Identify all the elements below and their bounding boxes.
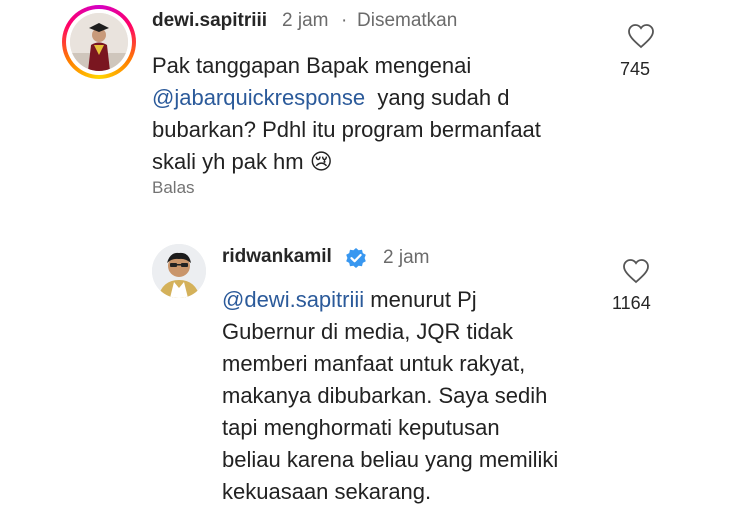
comment-text-fragment: menurut Pj [370, 287, 477, 312]
comment-text-line: @jabarquickresponse yang sudah d [152, 82, 509, 114]
comment-time: 2 jam [383, 247, 430, 268]
like-count: 745 [620, 59, 651, 79]
comment-text-line: beliau karena beliau yang memiliki [222, 447, 559, 472]
comment-time: 2 jam [282, 10, 329, 31]
comment-text-line: Pak tanggapan Bapak mengenai [152, 53, 472, 78]
avatar-ridwankamil[interactable] [152, 244, 206, 298]
comment-text-line: Gubernur di media, JQR tidak [222, 319, 514, 344]
comment-text-line: memberi manfaat untuk rakyat, [222, 351, 526, 376]
comment-text-line: bubarkan? Pdhl itu program bermanfaat [152, 117, 541, 142]
crying-face-emoji: 😢 [309, 149, 333, 174]
pinned-label: Disematkan [357, 10, 458, 31]
avatar-dewi[interactable] [70, 13, 128, 71]
comment-text-line: makanya dibubarkan. Saya sedih [222, 383, 548, 408]
comment-text-line: kekuasaan sekarang. [222, 479, 432, 504]
comment-text-fragment: yang sudah d [377, 85, 510, 110]
mention-link[interactable]: @jabarquickresponse [152, 85, 365, 110]
meta-separator: · [341, 10, 348, 31]
graduation-photo-icon [70, 13, 128, 71]
heart-icon[interactable] [622, 258, 650, 284]
comment-username[interactable]: ridwankamil [222, 246, 332, 268]
comment-text-line: @dewi.sapitriii menurut Pj [222, 284, 477, 316]
reply-button[interactable]: Balas [152, 178, 195, 198]
verified-badge-icon [345, 247, 367, 269]
heart-icon[interactable] [627, 23, 655, 49]
comment-text-fragment: skali yh pak hm [152, 149, 304, 174]
avatar-story-ring[interactable] [62, 5, 136, 79]
comment-text-line: skali yh pak hm 😢 [152, 146, 333, 178]
comment-username[interactable]: dewi.sapitriii [152, 10, 267, 32]
like-count: 1164 [612, 293, 651, 313]
mention-link[interactable]: @dewi.sapitriii [222, 287, 364, 312]
profile-photo-icon [152, 244, 206, 298]
comment-text-line: tapi menghormati keputusan [222, 415, 500, 440]
